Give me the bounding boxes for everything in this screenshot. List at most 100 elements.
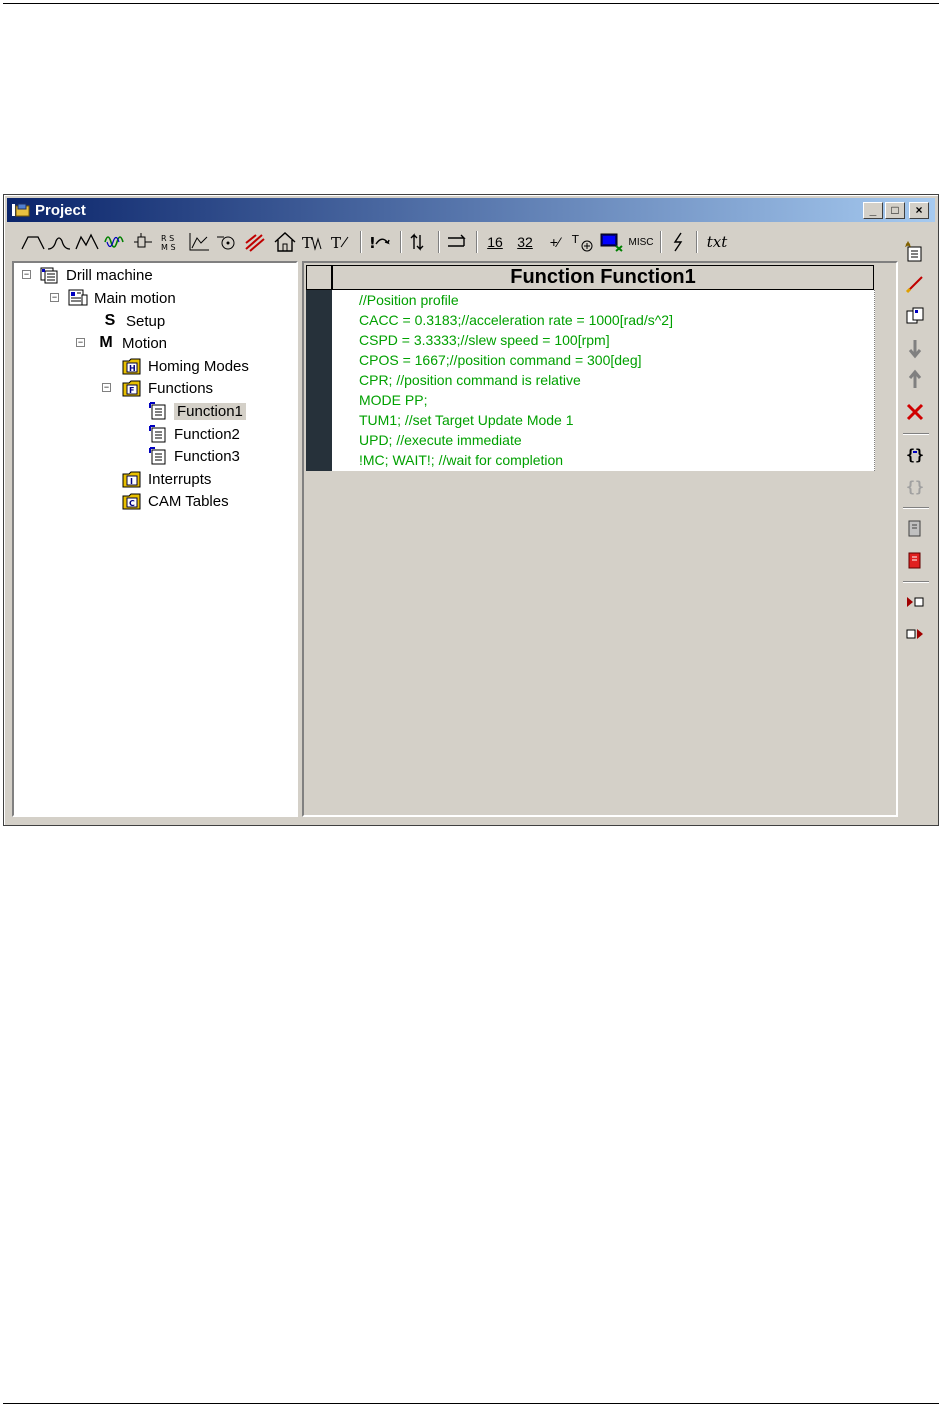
- motion-icon: M: [99, 334, 113, 351]
- toolbar-separator: [400, 231, 402, 253]
- sine-profile-icon[interactable]: [102, 229, 128, 255]
- time-move-icon[interactable]: T: [300, 229, 326, 255]
- homing-icon[interactable]: [272, 229, 298, 255]
- misc-button[interactable]: MISC: [626, 229, 656, 255]
- svg-text:F: F: [129, 386, 134, 395]
- page-bottom-rule: [3, 1403, 939, 1404]
- link[interactable]: [3, 890, 477, 908]
- position-contour-icon[interactable]: [130, 229, 156, 255]
- tree-item-drill-machine[interactable]: Drill machine: [40, 265, 153, 285]
- trapezoidal-profile-icon[interactable]: [20, 229, 46, 255]
- jump-icon[interactable]: [406, 229, 432, 255]
- svg-text:T: T: [302, 234, 312, 252]
- tree-item-label: Setup: [126, 312, 166, 330]
- collapse-toggle[interactable]: −: [102, 383, 111, 392]
- code-line[interactable]: !MC; WAIT!; //wait for completion: [359, 450, 563, 470]
- tree-item-motion[interactable]: M Motion: [96, 333, 167, 353]
- io-settings-icon[interactable]: T: [570, 229, 596, 255]
- delete-icon[interactable]: [904, 401, 926, 423]
- function-editor: Function Function1 //Position profile CA…: [302, 261, 898, 817]
- disabled-block-icon[interactable]: {}: [904, 475, 926, 497]
- homing-folder-icon: H: [122, 358, 141, 375]
- tree-item-function2[interactable]: Function2: [148, 424, 240, 444]
- tree-item-label: Motion: [122, 334, 168, 352]
- svg-text:M S: M S: [161, 243, 176, 252]
- toolbar-separator: [903, 507, 929, 509]
- link[interactable]: [3, 930, 310, 948]
- title-bar[interactable]: Project _ □ ×: [7, 198, 935, 222]
- project-tree: − Drill machine − Main motion S Setup − …: [12, 261, 298, 817]
- move-down-icon[interactable]: [904, 337, 926, 359]
- data-transfer-icon[interactable]: [444, 229, 470, 255]
- svg-text:T: T: [331, 234, 341, 252]
- svg-text:C: C: [129, 499, 135, 508]
- code-line[interactable]: CPR; //position command is relative: [359, 370, 581, 390]
- text-edit-button[interactable]: txt: [702, 229, 732, 255]
- test-event-icon[interactable]: T: [328, 229, 354, 255]
- assign-16-button[interactable]: 16: [482, 229, 508, 255]
- axis-icon: [68, 289, 88, 306]
- tree-item-function3[interactable]: Function3: [148, 446, 240, 466]
- tree-item-label: CAM Tables: [148, 492, 229, 510]
- editor-title: Function Function1: [332, 265, 874, 290]
- stop-motion-icon[interactable]: [242, 229, 268, 255]
- s-curve-profile-icon[interactable]: [46, 229, 72, 255]
- move-up-icon[interactable]: [904, 369, 926, 391]
- monitor-icon[interactable]: [598, 229, 624, 255]
- tree-item-setup[interactable]: S Setup: [100, 311, 166, 331]
- svg-text:{}: {}: [906, 446, 924, 464]
- function-doc-icon: [149, 425, 166, 443]
- tree-item-label: Function2: [174, 425, 240, 443]
- collapse-toggle[interactable]: −: [22, 270, 31, 279]
- edit-icon[interactable]: [904, 273, 926, 295]
- red-page-icon[interactable]: [904, 549, 926, 571]
- tree-item-cam-tables[interactable]: C CAM Tables: [122, 491, 229, 511]
- goto-call-icon[interactable]: !: [366, 229, 396, 255]
- collapse-toggle[interactable]: −: [50, 293, 59, 302]
- new-item-icon[interactable]: [904, 241, 926, 263]
- assign-32-button[interactable]: 32: [512, 229, 538, 255]
- project-app-icon: [12, 203, 30, 217]
- function-doc-icon: [149, 402, 166, 420]
- maximize-button[interactable]: □: [885, 202, 905, 219]
- code-line[interactable]: CPOS = 1667;//position command = 300[deg…: [359, 350, 642, 370]
- svg-text:T: T: [571, 233, 579, 246]
- code-line[interactable]: MODE PP;: [359, 390, 427, 410]
- interrupt-icon[interactable]: [666, 229, 692, 255]
- code-line[interactable]: //Position profile: [359, 290, 459, 310]
- gutter-header: [306, 265, 332, 290]
- insert-block-icon[interactable]: {}: [904, 443, 926, 465]
- mode-settings-icon[interactable]: R S M S: [158, 229, 184, 255]
- right-toolbar: {} {}: [899, 227, 933, 819]
- run-from-icon[interactable]: [904, 623, 926, 645]
- setup-icon: S: [104, 312, 116, 329]
- tree-item-function1[interactable]: Function1: [148, 401, 246, 421]
- collapse-toggle[interactable]: −: [76, 338, 85, 347]
- tree-item-interrupts[interactable]: I Interrupts: [122, 469, 211, 489]
- link[interactable]: [3, 1010, 183, 1028]
- minimize-button[interactable]: _: [863, 202, 883, 219]
- tree-item-label: Functions: [148, 379, 214, 397]
- code-area[interactable]: //Position profile CACC = 0.3183;//accel…: [332, 290, 875, 471]
- tree-item-functions[interactable]: F Functions: [122, 378, 213, 398]
- code-line[interactable]: CSPD = 3.3333;//slew speed = 100[rpm]: [359, 330, 610, 350]
- run-to-icon[interactable]: [904, 591, 926, 613]
- copy-icon[interactable]: [904, 305, 926, 327]
- toolbar-separator: [360, 231, 362, 253]
- motion-toolbar: R S M S T T ! 16 32 +⁄ T MISC txt: [12, 227, 897, 257]
- page-icon[interactable]: [904, 517, 926, 539]
- code-line[interactable]: TUM1; //set Target Update Mode 1: [359, 410, 574, 430]
- project-window: Project _ □ × R S M S T T ! 16 32 +⁄ T M…: [3, 194, 939, 826]
- code-line[interactable]: UPD; //execute immediate: [359, 430, 522, 450]
- svg-text:!: !: [369, 234, 376, 252]
- project-icon: [40, 267, 58, 284]
- speed-profile-icon[interactable]: [186, 229, 212, 255]
- cam-profile-icon[interactable]: [214, 229, 240, 255]
- tree-item-homing-modes[interactable]: H Homing Modes: [122, 356, 249, 376]
- close-button[interactable]: ×: [909, 202, 929, 219]
- link[interactable]: [3, 970, 89, 988]
- code-line[interactable]: CACC = 0.3183;//acceleration rate = 1000…: [359, 310, 673, 330]
- tree-item-main-motion[interactable]: Main motion: [68, 288, 176, 308]
- arithmetic-button[interactable]: +⁄: [542, 229, 568, 255]
- pt-profile-icon[interactable]: [74, 229, 100, 255]
